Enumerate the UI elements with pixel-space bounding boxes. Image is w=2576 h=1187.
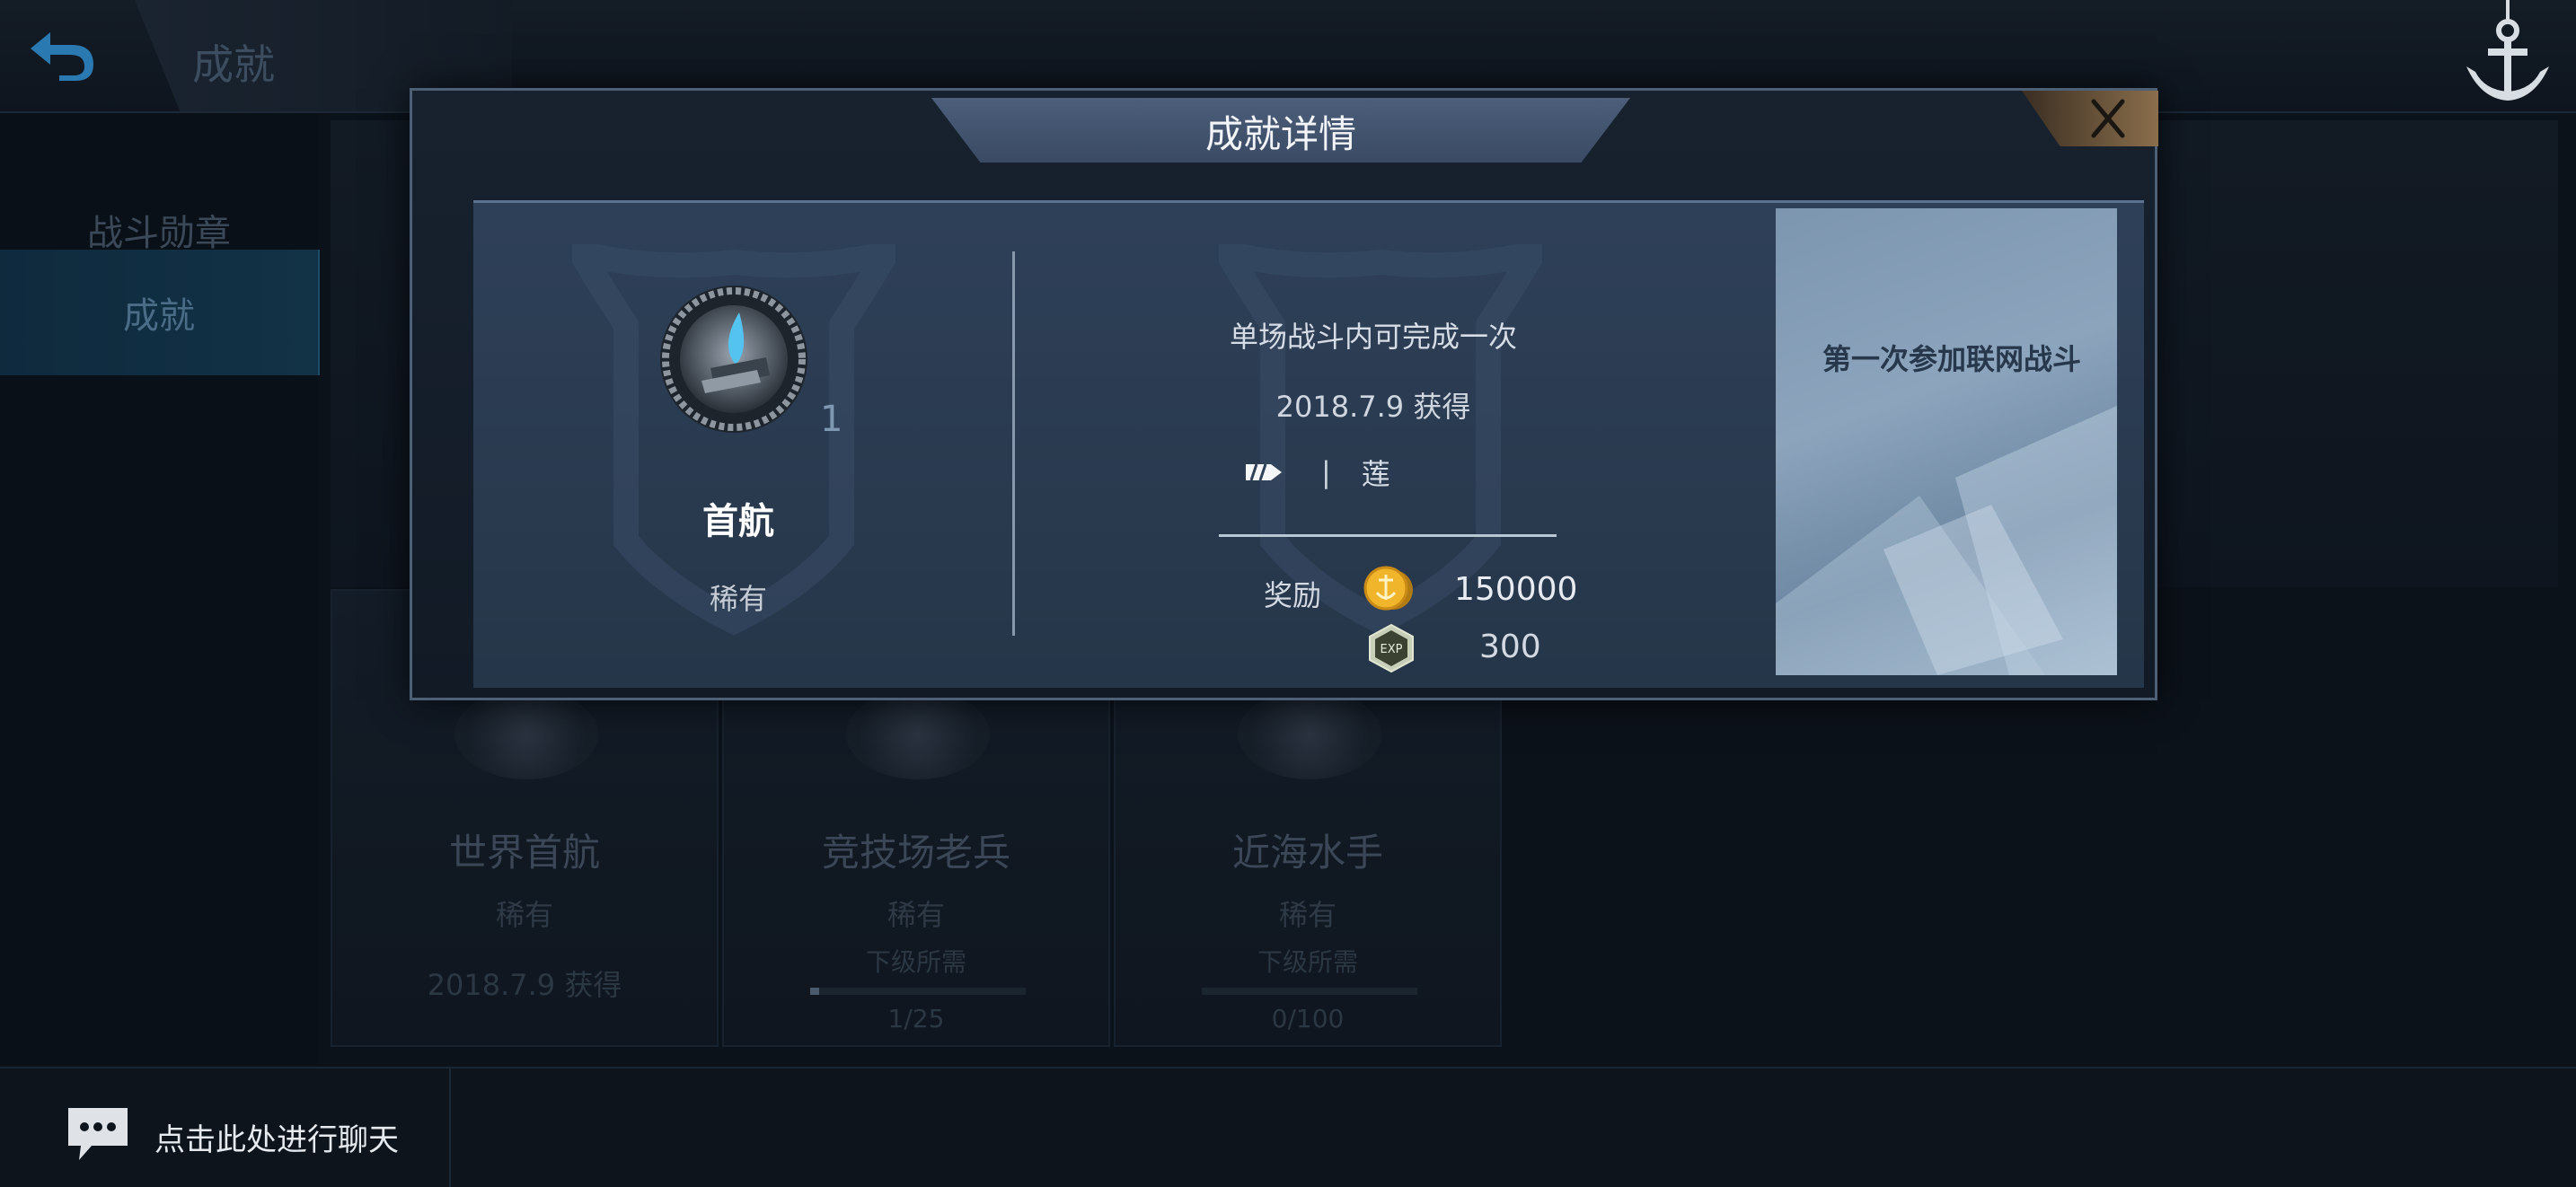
card-rarity: 稀有 [495, 898, 553, 932]
card-rarity: 稀有 [887, 898, 945, 932]
left-nav: 战斗勋章 成就 [0, 113, 320, 1065]
back-arrow-icon [31, 32, 93, 81]
gold-coin-icon [1363, 566, 1413, 611]
achievement-emblem-icon [846, 690, 990, 779]
shard-decoration-icon [1776, 406, 2117, 675]
ship-row: | 莲 [1244, 453, 1390, 492]
card-name: 竞技场老兵 [821, 831, 1010, 875]
gold-amount: 150000 [1454, 571, 1578, 608]
ship-name: 莲 [1361, 457, 1390, 491]
card-rarity: 稀有 [1278, 898, 1337, 932]
completion-condition: 单场战斗内可完成一次 [1229, 320, 1517, 354]
achievement-description: 第一次参加联网战斗 [1822, 342, 2082, 376]
progress-fill [810, 988, 819, 995]
card-need-label: 下级所需 [1257, 947, 1358, 977]
card-need-label: 下级所需 [865, 947, 966, 977]
chat-bubble-icon [68, 1108, 128, 1160]
modal-content: 1 首航 稀有 单场战斗内可完成一次 2018.7.9 获得 | 莲 奖励 15… [473, 200, 2144, 688]
nav-item-achievements[interactable]: 成就 [0, 250, 320, 375]
nav-item-label: 战斗勋章 [87, 213, 231, 254]
horizontal-divider [1219, 534, 1557, 537]
medal-count: 1 [820, 399, 843, 440]
achievement-emblem-icon [1238, 690, 1381, 779]
chat-bar: 点击此处进行聊天 [0, 1067, 2576, 1187]
vertical-divider [1012, 251, 1015, 636]
card-progress-text: 1/25 [887, 1004, 945, 1033]
card-name: 世界首航 [448, 831, 600, 875]
back-button[interactable] [23, 25, 99, 83]
card-progress-text: 0/100 [1271, 1004, 1345, 1033]
ship-class-icon [1246, 463, 1282, 481]
svg-text:EXP: EXP [1381, 643, 1403, 656]
anchor-button[interactable] [2454, 0, 2562, 115]
medal-rarity: 稀有 [709, 582, 767, 616]
medal-name: 首航 [702, 501, 774, 542]
card-progress-bar [810, 988, 1026, 995]
nav-item-label: 成就 [123, 295, 195, 337]
page-title: 成就 [192, 40, 275, 89]
medal-icon [660, 286, 807, 433]
card-name: 近海水手 [1231, 831, 1383, 875]
exp-amount: 300 [1479, 629, 1541, 665]
chat-button[interactable]: 点击此处进行聊天 [0, 1068, 451, 1187]
description-panel: 第一次参加联网战斗 [1776, 208, 2117, 675]
chat-prompt: 点击此处进行聊天 [154, 1122, 399, 1158]
card-date: 2018.7.9 获得 [427, 968, 622, 1002]
close-icon[interactable] [2081, 92, 2135, 145]
reward-label: 奖励 [1264, 578, 1322, 612]
modal-title: 成就详情 [1204, 111, 1356, 156]
achievement-detail-modal: 成就详情 1 首航 稀有 单场战斗内可完成一次 2018.7.9 获得 | 莲 … [410, 88, 2158, 700]
obtained-date: 2018.7.9 获得 [1275, 390, 1471, 424]
exp-icon: EXP [1369, 623, 1414, 673]
ship-separator: | [1321, 455, 1331, 489]
anchor-icon [2466, 0, 2549, 101]
achievement-emblem-icon [454, 690, 598, 779]
card-progress-bar [1202, 988, 1417, 995]
